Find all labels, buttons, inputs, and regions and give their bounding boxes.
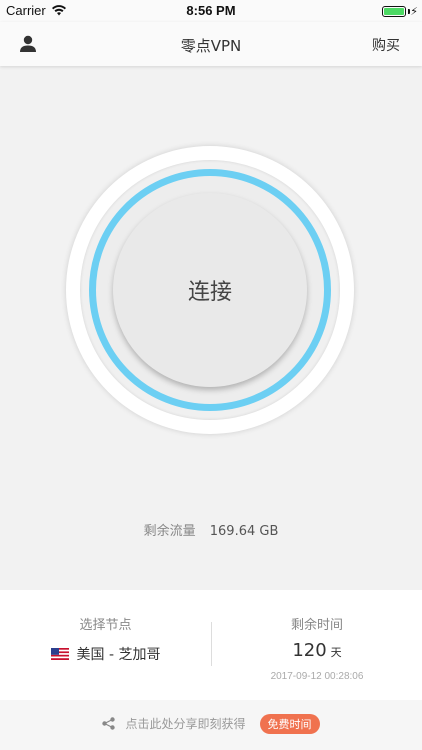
free-time-badge[interactable]: 免费时间 <box>259 714 320 734</box>
share-bar[interactable]: 点击此处分享即刻获得 免费时间 <box>0 700 422 750</box>
remaining-time-value: 120 <box>292 640 327 661</box>
traffic-value: 169.64 GB <box>209 524 279 539</box>
node-value: 美国 - 芝加哥 <box>76 647 161 663</box>
share-row: 点击此处分享即刻获得 免费时间 <box>0 714 422 734</box>
remaining-traffic: 剩余流量 169.64 GB <box>0 520 422 539</box>
node-label: 选择节点 <box>79 618 132 633</box>
us-flag-icon <box>50 648 69 660</box>
buy-button[interactable]: 购买 <box>372 35 400 55</box>
nav-bar: 零点VPN 购买 <box>0 22 422 66</box>
connect-button[interactable]: 连接 <box>113 193 307 387</box>
select-node-button[interactable]: 选择节点 美国 - 芝加哥 <box>0 590 211 700</box>
connect-ring-outer: 连接 <box>66 146 354 434</box>
node-selection: 美国 - 芝加哥 <box>0 644 211 664</box>
share-icon <box>102 717 116 730</box>
share-text: 点击此处分享即刻获得 <box>125 717 246 731</box>
status-time: 8:56 PM <box>186 3 236 18</box>
connect-ring-middle: 连接 <box>80 160 340 420</box>
info-panel: 选择节点 美国 - 芝加哥 剩余时间 120 天 2017-09-12 00:28… <box>0 590 422 700</box>
remaining-time-unit: 天 <box>330 646 342 659</box>
main-area: 连接 剩余流量 169.64 GB <box>0 66 422 590</box>
traffic-label: 剩余流量 <box>143 524 196 539</box>
expiry-date: 2017-09-12 00:28:06 <box>270 671 364 682</box>
remaining-time-value-row: 120 天 <box>212 640 422 661</box>
charging-icon: ⚡ <box>410 5 418 18</box>
connect-ring-progress: 连接 <box>89 169 331 411</box>
battery-icon <box>382 6 406 17</box>
page-title: 零点VPN <box>180 37 242 55</box>
status-bar: Carrier 8:56 PM ⚡ <box>0 0 422 22</box>
remaining-time-panel: 剩余时间 120 天 2017-09-12 00:28:06 <box>212 590 422 700</box>
remaining-time-label: 剩余时间 <box>290 618 343 633</box>
